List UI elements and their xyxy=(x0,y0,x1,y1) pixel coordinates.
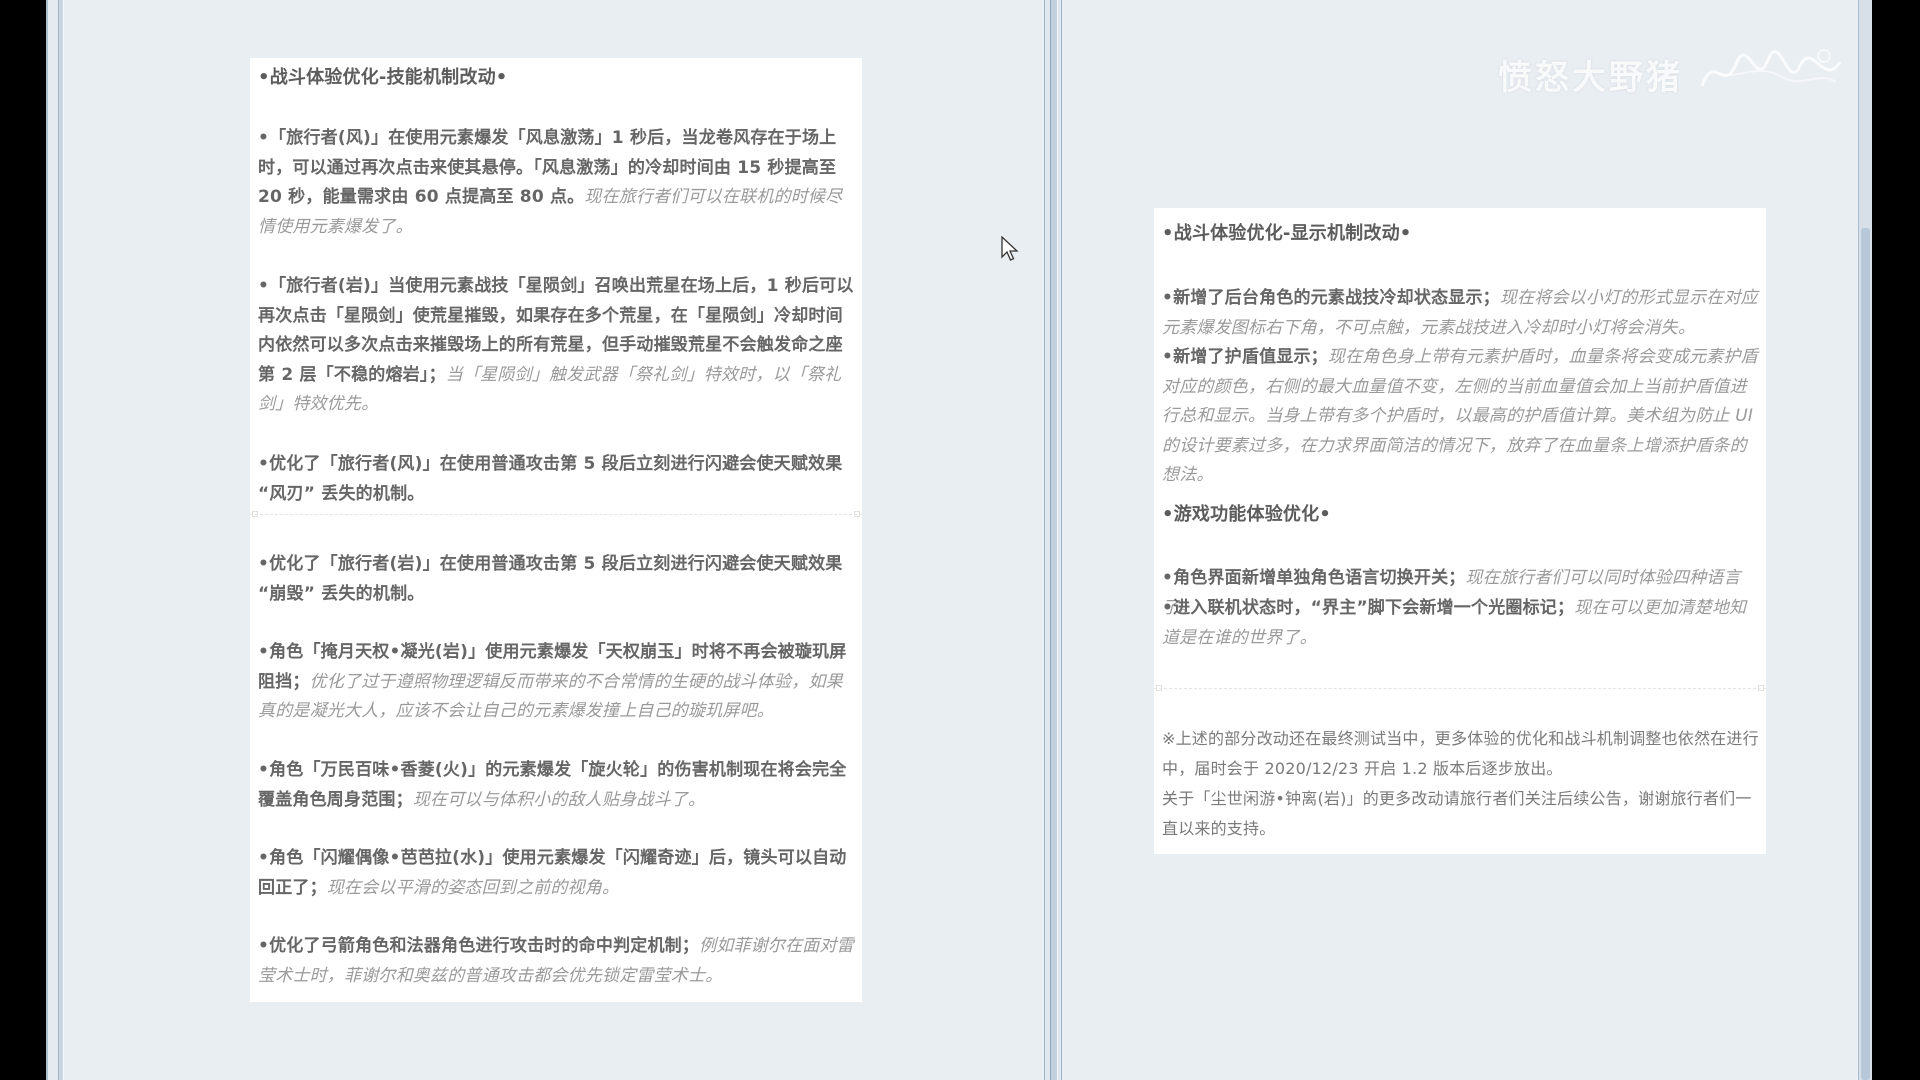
paragraph-note: 现在会以平滑的姿态回到之前的视角。 xyxy=(326,877,620,898)
paragraph-main-text: •进入联机状态时，“界主”脚下会新增一个光圈标记； xyxy=(1162,598,1575,618)
paragraph-main-text: •新增了护盾值显示； xyxy=(1162,347,1328,367)
paragraph: •角色「万民百味•香菱(火)」的元素爆发「旋火轮」的伤害机制现在将会完全覆盖角色… xyxy=(258,756,856,815)
paragraph: •新增了护盾值显示；现在角色身上带有元素护盾时，血量条将会变成元素护盾对应的颜色… xyxy=(1162,343,1760,491)
vertical-scrollbar[interactable] xyxy=(1858,0,1872,1080)
scrollbar-thumb[interactable] xyxy=(1861,228,1870,1080)
document-page-left: •战斗体验优化-技能机制改动• •「旅行者(风)」在使用元素爆发「风息激荡」1 … xyxy=(250,58,862,1002)
page-break-marker xyxy=(1758,685,1764,691)
paragraph: •新增了后台角色的元素战技冷却状态显示；现在将会以小灯的形式显示在对应元素爆发图… xyxy=(1162,284,1760,343)
page-break xyxy=(250,514,862,515)
section-heading-display-changes: •战斗体验优化-显示机制改动• xyxy=(1162,223,1412,244)
paragraph-note: 现在角色身上带有元素护盾时，血量条将会变成元素护盾对应的颜色，右侧的最大血量值不… xyxy=(1162,347,1758,485)
paragraph-main-text: •优化了弓箭角色和法器角色进行攻击时的命中判定机制； xyxy=(258,936,700,956)
paragraph-main-text: •优化了「旅行者(风)」在使用普通攻击第 5 段后立刻进行闪避会使天赋效果 “风… xyxy=(258,454,843,504)
document-page-right: •战斗体验优化-显示机制改动• •新增了后台角色的元素战技冷却状态显示；现在将会… xyxy=(1154,208,1766,854)
screen: •战斗体验优化-技能机制改动• •「旅行者(风)」在使用元素爆发「风息激荡」1 … xyxy=(0,0,1920,1080)
paragraph: •优化了「旅行者(风)」在使用普通攻击第 5 段后立刻进行闪避会使天赋效果 “风… xyxy=(258,450,856,509)
section-heading-skill-changes: •战斗体验优化-技能机制改动• xyxy=(258,67,508,88)
mouse-cursor-icon xyxy=(1001,236,1019,261)
pane-splitter[interactable] xyxy=(1044,0,1062,1080)
paragraph: •「旅行者(风)」在使用元素爆发「风息激荡」1 秒后，当龙卷风存在于场上时，可以… xyxy=(258,124,856,242)
paragraph: •角色「闪耀偶像•芭芭拉(水)」使用元素爆发「闪耀奇迹」后，镜头可以自动回正了；… xyxy=(258,844,856,903)
paragraph-note: 优化了过于遵照物理逻辑反而带来的不合常情的生硬的战斗体验，如果真的是凝光大人，应… xyxy=(258,671,843,722)
section-heading-feature-changes: •游戏功能体验优化• xyxy=(1162,504,1332,525)
paragraph: •角色「掩月天权•凝光(岩)」使用元素爆发「天权崩玉」时将不再会被璇玑屏阻挡；优… xyxy=(258,638,856,727)
paragraph: •优化了弓箭角色和法器角色进行攻击时的命中判定机制；例如菲谢尔在面对雷莹术士时，… xyxy=(258,932,856,991)
paragraph-main-text: •角色界面新增单独角色语言切换开关； xyxy=(1162,568,1466,588)
signature-logo-icon xyxy=(1700,49,1842,87)
page-break-marker xyxy=(1156,685,1162,691)
footer-note: ※上述的部分改动还在最终测试当中，更多体验的优化和战斗机制调整也依然在进行中，届… xyxy=(1162,729,1759,778)
page-break-marker xyxy=(252,511,258,517)
paragraph-main-text: •优化了「旅行者(岩)」在使用普通攻击第 5 段后立刻进行闪避会使天赋效果 “崩… xyxy=(258,554,843,604)
paragraph: •优化了「旅行者(岩)」在使用普通攻击第 5 段后立刻进行闪避会使天赋效果 “崩… xyxy=(258,550,856,609)
page-break xyxy=(1154,688,1766,689)
page-break-marker xyxy=(854,511,860,517)
paragraph: •「旅行者(岩)」当使用元素战技「星陨剑」召唤出荒星在场上后，1 秒后可以再次点… xyxy=(258,272,856,420)
paragraph: •进入联机状态时，“界主”脚下会新增一个光圈标记；现在可以更加清楚地知道是在谁的… xyxy=(1162,594,1760,653)
paragraph-note: 现在可以与体积小的敌人贴身战斗了。 xyxy=(412,789,706,810)
footer-note: 关于「尘世闲游•钟离(岩)」的更多改动请旅行者们关注后续公告，谢谢旅行者们一直以… xyxy=(1162,789,1752,838)
paragraph-main-text: •新增了后台角色的元素战技冷却状态显示； xyxy=(1162,288,1500,308)
